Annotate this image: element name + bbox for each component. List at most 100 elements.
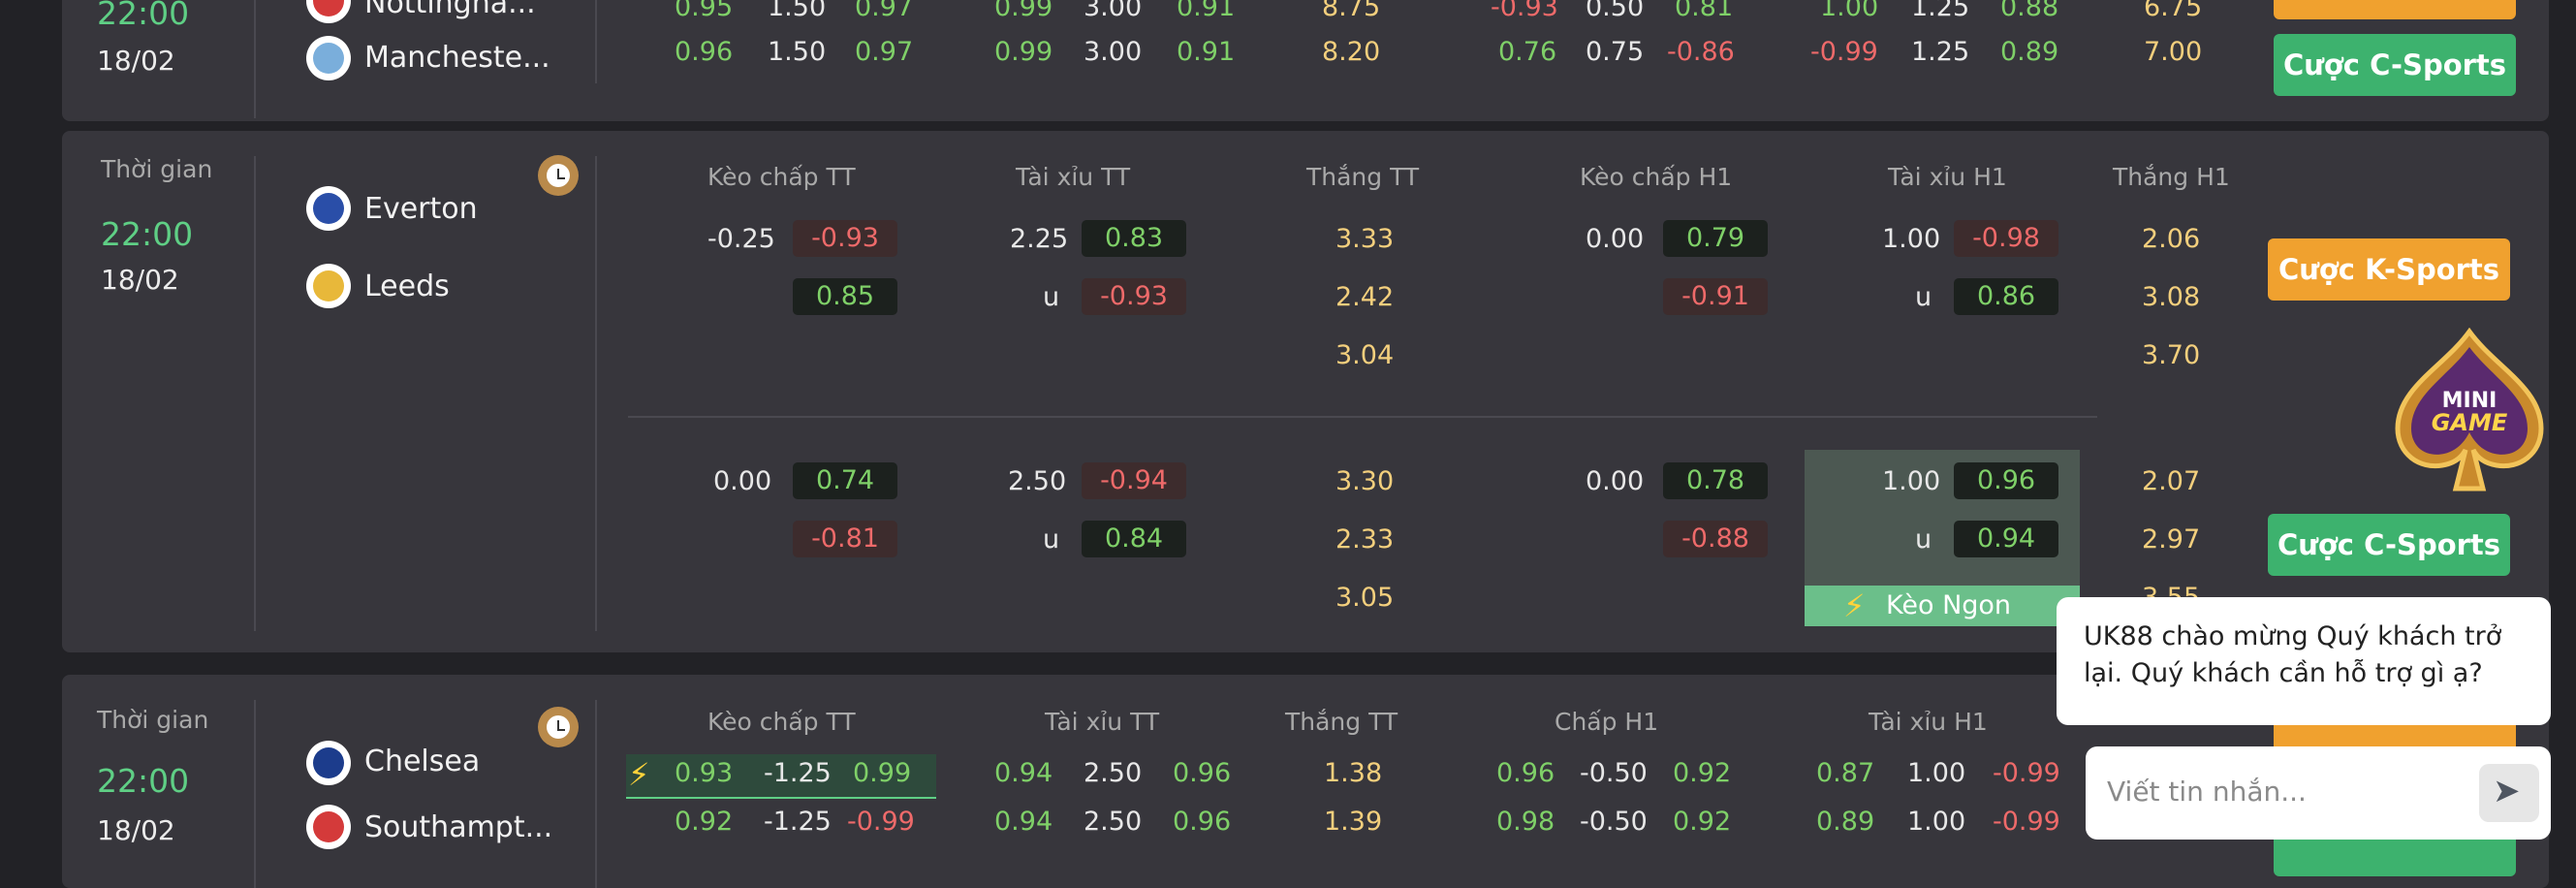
column-header: Thắng H1 <box>2113 163 2230 191</box>
odds-pill[interactable]: 0.83 <box>1082 220 1186 257</box>
team-name[interactable]: Leeds <box>364 270 450 303</box>
win-odds[interactable]: 2.07 <box>2142 466 2200 496</box>
odds[interactable]: -0.99 <box>1993 807 2060 837</box>
odds-pill[interactable]: -0.94 <box>1082 462 1186 499</box>
line: -0.50 <box>1580 758 1648 788</box>
odds[interactable]: 0.96 <box>1173 807 1231 837</box>
bet-k-sports-button[interactable]: Cược K-Sports <box>2268 238 2510 301</box>
odds[interactable]: 0.91 <box>1177 37 1235 67</box>
mini-game-icon[interactable]: MINI GAME <box>2386 328 2553 496</box>
column-header: Thắng TT <box>1285 708 1398 736</box>
divider <box>595 156 597 631</box>
odds[interactable]: 0.96 <box>675 37 733 67</box>
odds[interactable]: 1.00 <box>1820 0 1878 22</box>
odds-pill[interactable]: 0.94 <box>1954 521 2058 557</box>
odds[interactable]: 0.97 <box>855 37 913 67</box>
time-label: Thời gian <box>97 706 209 734</box>
bet-c-sports-button[interactable]: Cược C-Sports <box>2274 34 2516 96</box>
win-odds[interactable]: 3.33 <box>1335 224 1394 254</box>
odds[interactable]: 0.91 <box>1177 0 1235 22</box>
bet-c-sports-button[interactable]: Cược C-Sports <box>2268 514 2510 576</box>
bet-button-partial[interactable] <box>2274 0 2516 19</box>
odds-pill[interactable]: 0.84 <box>1082 521 1186 557</box>
odds[interactable]: 8.20 <box>1322 37 1380 67</box>
under-label: u <box>1043 524 1060 555</box>
odds-pill[interactable]: -0.98 <box>1954 220 2058 257</box>
odds[interactable]: 0.97 <box>855 0 913 22</box>
team-logo-chelsea <box>306 741 351 785</box>
divider <box>254 700 256 888</box>
win-odds[interactable]: 2.97 <box>2142 524 2200 555</box>
odds[interactable]: 0.94 <box>994 807 1052 837</box>
odds[interactable]: 0.89 <box>2000 37 2058 67</box>
odds[interactable]: 0.94 <box>994 758 1052 788</box>
team-name[interactable]: Chelsea <box>364 745 480 778</box>
line: -0.50 <box>1580 807 1648 837</box>
odds-pill[interactable]: -0.93 <box>793 220 897 257</box>
win-odds[interactable]: 2.42 <box>1335 282 1394 312</box>
odds[interactable]: 0.81 <box>1675 0 1733 22</box>
under-label: u <box>1915 524 1932 555</box>
odds-pill[interactable]: 0.74 <box>793 462 897 499</box>
odds[interactable]: 7.00 <box>2144 37 2202 67</box>
win-odds[interactable]: 3.30 <box>1335 466 1394 496</box>
odds[interactable]: 0.99 <box>994 37 1052 67</box>
win-odds[interactable]: 2.06 <box>2142 224 2200 254</box>
odds[interactable]: 0.89 <box>1816 807 1874 837</box>
chat-input-box[interactable]: Viết tin nhắn... <box>2086 746 2551 840</box>
line: 1.25 <box>1911 0 1970 22</box>
win-odds[interactable]: 3.04 <box>1335 340 1394 370</box>
team-name[interactable]: Nottingha... <box>364 0 536 20</box>
chat-input-placeholder[interactable]: Viết tin nhắn... <box>2107 776 2307 808</box>
odds[interactable]: -0.93 <box>1491 0 1558 22</box>
odds[interactable]: -0.99 <box>847 807 915 837</box>
odds[interactable]: -0.99 <box>1810 37 1878 67</box>
odds-pill[interactable]: -0.91 <box>1663 278 1768 315</box>
team-logo-manchester <box>306 36 351 80</box>
team-name[interactable]: Everton <box>364 192 478 226</box>
win-odds[interactable]: 3.08 <box>2142 282 2200 312</box>
odds[interactable]: 0.92 <box>1673 758 1731 788</box>
odds[interactable]: 0.95 <box>675 0 733 22</box>
odds[interactable]: 0.96 <box>1496 758 1555 788</box>
odds[interactable]: 0.92 <box>1673 807 1731 837</box>
odds[interactable]: 1.38 <box>1324 758 1382 788</box>
column-header: Kèo chấp TT <box>707 708 856 736</box>
win-odds[interactable]: 3.70 <box>2142 340 2200 370</box>
odds-pill[interactable]: -0.93 <box>1082 278 1186 315</box>
odds-pill[interactable]: -0.88 <box>1663 521 1768 557</box>
match-date: 18/02 <box>97 814 175 846</box>
clock-icon[interactable] <box>538 155 579 196</box>
odds[interactable]: 1.39 <box>1324 807 1382 837</box>
under-label: u <box>1043 282 1060 312</box>
column-header: Tài xỉu TT <box>1016 163 1131 191</box>
team-name[interactable]: Mancheste... <box>364 41 550 75</box>
odds[interactable]: -0.99 <box>1993 758 2060 788</box>
line: 0.50 <box>1586 0 1645 22</box>
odds-pill[interactable]: 0.85 <box>793 278 897 315</box>
send-icon[interactable] <box>2479 764 2539 822</box>
odds-pill[interactable]: 0.79 <box>1663 220 1768 257</box>
chat-welcome-message: UK88 chào mừng Quý khách trở lại. Quý kh… <box>2057 597 2551 725</box>
team-name[interactable]: Southampt... <box>364 810 552 844</box>
odds[interactable]: 0.99 <box>853 758 911 788</box>
odds[interactable]: 0.76 <box>1498 37 1556 67</box>
odds[interactable]: 6.75 <box>2144 0 2202 22</box>
win-odds[interactable]: 3.05 <box>1335 583 1394 613</box>
odds[interactable]: 0.96 <box>1173 758 1231 788</box>
odds-pill[interactable]: 0.86 <box>1954 278 2058 315</box>
odds[interactable]: -0.86 <box>1667 37 1735 67</box>
odds-pill[interactable]: 0.96 <box>1954 462 2058 499</box>
odds[interactable]: 0.92 <box>675 807 733 837</box>
odds[interactable]: 0.99 <box>994 0 1052 22</box>
clock-icon[interactable] <box>538 707 579 747</box>
odds-pill[interactable]: -0.81 <box>793 521 897 557</box>
win-odds[interactable]: 2.33 <box>1335 524 1394 555</box>
odds[interactable]: 0.88 <box>2000 0 2058 22</box>
line: 1.00 <box>1907 758 1966 788</box>
odds[interactable]: 8.75 <box>1322 0 1380 22</box>
odds[interactable]: 0.98 <box>1496 807 1555 837</box>
odds[interactable]: 0.93 <box>675 758 733 788</box>
odds-pill[interactable]: 0.78 <box>1663 462 1768 499</box>
odds[interactable]: 0.87 <box>1816 758 1874 788</box>
